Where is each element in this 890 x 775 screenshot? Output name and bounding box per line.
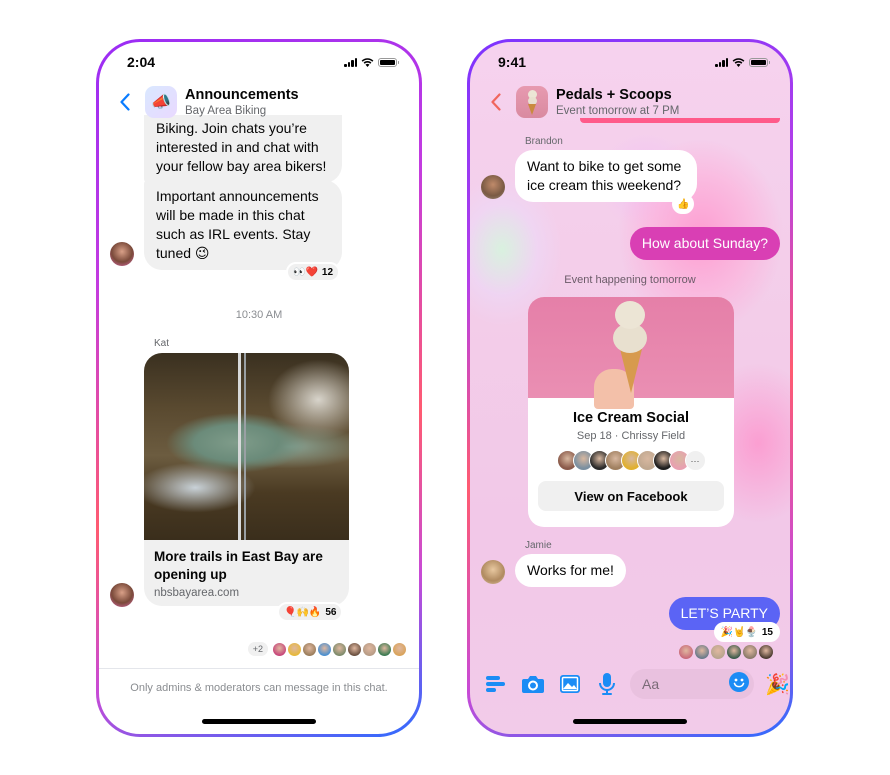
battery-icon	[378, 57, 399, 67]
status-time: 2:04	[127, 54, 156, 70]
header-text[interactable]: Announcements Bay Area Biking	[185, 87, 299, 118]
seen-avatar	[711, 645, 725, 659]
message-bubble[interactable]: Want to bike to get some ice cream this …	[515, 150, 697, 202]
message-input[interactable]: Aa	[630, 669, 754, 699]
seen-avatar	[679, 645, 693, 659]
seen-avatar	[273, 642, 286, 656]
megaphone-icon[interactable]: 📣	[145, 86, 177, 118]
seen-avatar	[303, 642, 316, 656]
sender-avatar[interactable]	[110, 583, 134, 607]
reaction-emojis: 👀❤️	[293, 266, 318, 278]
sender-name: Kat	[154, 338, 170, 349]
chat-title: Pedals + Scoops	[556, 86, 672, 103]
phone-pedals-scoops: 9:41 Pedals + Scoops Event tomorrow at 7…	[467, 39, 793, 737]
header-text[interactable]: Pedals + Scoops Event tomorrow at 7 PM	[556, 87, 679, 118]
composer-bar: Aa 🎉	[470, 666, 790, 702]
chevron-left-icon	[120, 93, 130, 111]
divider	[99, 668, 419, 669]
view-on-facebook-button[interactable]: View on Facebook	[538, 481, 724, 511]
reaction-pill[interactable]: 🎉🤘🍨 15	[713, 622, 780, 642]
emoji-icon[interactable]	[729, 671, 749, 697]
screen-pedals-scoops: 9:41 Pedals + Scoops Event tomorrow at 7…	[470, 42, 790, 734]
status-icons	[344, 57, 399, 67]
reaction-emojis: 🎉🤘🍨	[720, 626, 758, 638]
link-preview-card[interactable]: More trails in East Bay are opening up n…	[144, 353, 349, 606]
menu-icon[interactable]	[484, 672, 508, 696]
seen-avatar	[759, 645, 773, 659]
microphone-icon[interactable]	[595, 672, 619, 696]
link-domain: nbsbayarea.com	[154, 587, 240, 599]
status-bar: 9:41	[470, 42, 790, 82]
seen-by-row[interactable]: +2	[247, 642, 406, 656]
chat-header: 📣 Announcements Bay Area Biking	[99, 82, 419, 122]
reaction-count: 56	[325, 606, 337, 618]
seen-avatar	[393, 642, 406, 656]
home-indicator	[573, 719, 687, 724]
wifi-icon	[361, 57, 374, 67]
sender-name: Jamie	[525, 540, 552, 551]
event-card[interactable]: Ice Cream Social Sep 18 · Chrissy Field …	[528, 297, 734, 527]
party-popper-icon[interactable]: 🎉	[765, 672, 790, 697]
seen-avatar	[743, 645, 757, 659]
seen-avatar	[727, 645, 741, 659]
battery-icon	[749, 57, 770, 67]
reaction-pill[interactable]: 👍	[672, 194, 695, 214]
sender-avatar[interactable]	[481, 175, 505, 199]
sender-name: Brandon	[525, 136, 563, 147]
reaction-pill[interactable]: 👀❤️ 12	[286, 262, 341, 282]
seen-extra-count: +2	[247, 642, 268, 656]
reaction-emojis: 🎈🙌🔥	[284, 606, 322, 618]
reaction-count: 12	[321, 266, 334, 278]
back-button[interactable]	[115, 90, 135, 114]
seen-avatar	[363, 642, 376, 656]
message-input-placeholder: Aa	[642, 676, 660, 692]
chat-title: Announcements	[185, 86, 299, 103]
group-avatar[interactable]	[516, 86, 548, 118]
status-bar: 2:04	[99, 42, 419, 82]
wifi-icon	[732, 57, 745, 67]
chat-subtitle: Bay Area Biking	[185, 104, 267, 117]
chat-header: Pedals + Scoops Event tomorrow at 7 PM	[470, 82, 790, 122]
seen-avatar	[318, 642, 331, 656]
seen-avatar	[378, 642, 391, 656]
event-title: Ice Cream Social	[572, 410, 690, 426]
phone-announcements: 2:04 📣 Announcements Bay Area Biking Bik…	[96, 39, 422, 737]
message-bubble[interactable]: Biking. Join chats you’re interested in …	[144, 115, 342, 183]
message-bubble[interactable]: Works for me!	[515, 554, 626, 587]
chat-subtitle: Event tomorrow at 7 PM	[556, 104, 680, 117]
home-indicator	[202, 719, 316, 724]
sender-avatar[interactable]	[481, 560, 505, 584]
admin-only-notice: Only admins & moderators can message in …	[130, 682, 388, 694]
link-title: More trails in East Bay are opening up	[154, 549, 323, 582]
status-time: 9:41	[498, 54, 527, 70]
status-icons	[715, 57, 770, 67]
timestamp: 10:30 AM	[235, 309, 283, 321]
seen-avatar	[288, 642, 301, 656]
sender-avatar[interactable]	[110, 242, 134, 266]
reaction-count: 15	[761, 626, 773, 638]
seen-avatar	[333, 642, 346, 656]
outgoing-message-bubble[interactable]: How about Sunday?	[629, 227, 780, 260]
event-date-location: Sep 18 · Chrissy Field	[576, 430, 686, 442]
camera-icon[interactable]	[521, 672, 545, 696]
signal-icon	[344, 57, 357, 67]
chevron-left-icon	[491, 93, 501, 111]
event-image	[528, 297, 734, 409]
seen-by-row[interactable]	[679, 645, 773, 659]
signal-icon	[715, 57, 728, 67]
gallery-icon[interactable]	[558, 672, 582, 696]
link-preview-image	[144, 353, 349, 540]
thumbs-up-reaction: 👍	[677, 198, 690, 210]
event-label: Event happening tomorrow	[564, 274, 696, 286]
seen-avatar	[348, 642, 361, 656]
screen-announcements: 2:04 📣 Announcements Bay Area Biking Bik…	[99, 42, 419, 734]
message-bubble[interactable]: Important announcements will be made in …	[144, 180, 342, 270]
attendee-list[interactable]: ···	[538, 450, 724, 471]
reaction-pill[interactable]: 🎈🙌🔥 56	[277, 602, 344, 622]
back-button[interactable]	[486, 90, 506, 114]
seen-avatar	[695, 645, 709, 659]
more-attendees-button[interactable]: ···	[684, 450, 706, 471]
